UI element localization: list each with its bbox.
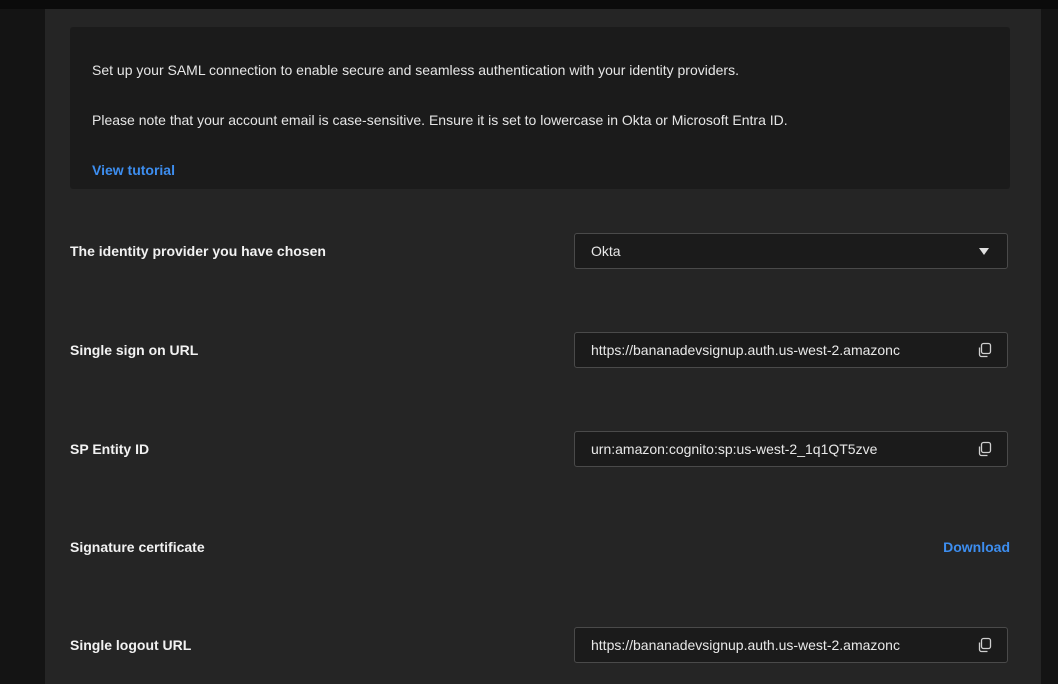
logout-url-value: https://bananadevsignup.auth.us-west-2.a… <box>591 637 900 653</box>
chevron-down-icon[interactable] <box>979 248 989 255</box>
top-bar <box>0 0 1058 9</box>
identity-provider-select[interactable]: Okta <box>574 233 1008 269</box>
identity-provider-label: The identity provider you have chosen <box>70 243 326 259</box>
logout-url-field[interactable]: https://bananadevsignup.auth.us-west-2.a… <box>574 627 1008 663</box>
download-certificate-link[interactable]: Download <box>943 539 1010 555</box>
sp-entity-id-field[interactable]: urn:amazon:cognito:sp:us-west-2_1q1QT5zv… <box>574 431 1008 467</box>
logout-url-label: Single logout URL <box>70 637 192 653</box>
sso-url-label: Single sign on URL <box>70 342 199 358</box>
copy-icon[interactable] <box>977 342 993 358</box>
signature-certificate-label: Signature certificate <box>70 539 205 555</box>
case-sensitivity-note: Please note that your account email is c… <box>92 112 788 128</box>
sp-entity-id-value: urn:amazon:cognito:sp:us-west-2_1q1QT5zv… <box>591 441 878 457</box>
view-tutorial-link[interactable]: View tutorial <box>92 162 175 178</box>
saml-settings-panel: Set up your SAML connection to enable se… <box>45 9 1041 684</box>
identity-provider-selected-value: Okta <box>591 243 621 259</box>
sso-url-value: https://bananadevsignup.auth.us-west-2.a… <box>591 342 900 358</box>
sso-url-field[interactable]: https://bananadevsignup.auth.us-west-2.a… <box>574 332 1008 368</box>
saml-info-text: Set up your SAML connection to enable se… <box>92 62 739 78</box>
copy-icon[interactable] <box>977 441 993 457</box>
sp-entity-id-label: SP Entity ID <box>70 441 150 457</box>
copy-icon[interactable] <box>977 637 993 653</box>
saml-info-box: Set up your SAML connection to enable se… <box>70 27 1010 189</box>
